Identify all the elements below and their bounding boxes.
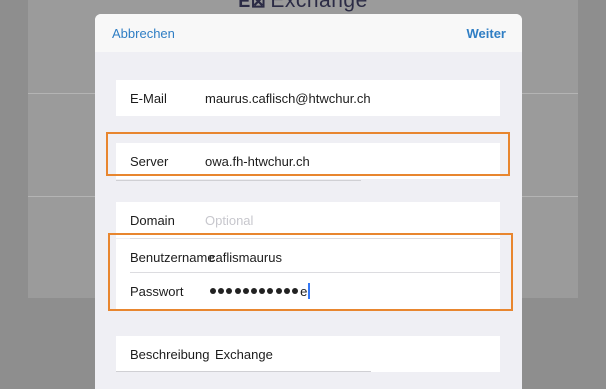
- password-last-char: e: [300, 283, 308, 299]
- email-cell[interactable]: E-Mail maurus.caflisch@htwchur.ch: [116, 80, 500, 116]
- password-underline: [116, 309, 371, 310]
- account-setup-modal: Abbrechen Weiter E-Mail maurus.caflisch@…: [95, 14, 522, 389]
- password-field[interactable]: e: [210, 283, 311, 299]
- password-mask-dot: [226, 288, 233, 294]
- cancel-button[interactable]: Abbrechen: [112, 26, 175, 41]
- description-underline: [116, 371, 371, 372]
- server-label: Server: [130, 153, 169, 169]
- text-cursor: [308, 283, 311, 299]
- email-field[interactable]: maurus.caflisch@htwchur.ch: [205, 91, 371, 106]
- server-cell[interactable]: Server owa.fh-htwchur.ch: [116, 143, 500, 179]
- exchange-logo-icon: E⊠: [238, 0, 267, 11]
- background-divider: [28, 196, 95, 197]
- username-field[interactable]: caflismaurus: [209, 250, 282, 265]
- description-label: Beschreibung: [130, 346, 210, 362]
- password-mask-dot: [291, 288, 298, 294]
- username-cell[interactable]: Benutzername caflismaurus: [116, 239, 500, 275]
- server-field[interactable]: owa.fh-htwchur.ch: [205, 154, 310, 169]
- email-label: E-Mail: [130, 90, 167, 106]
- password-mask-dot: [250, 288, 257, 294]
- server-underline: [116, 180, 361, 181]
- password-mask-dot: [210, 288, 216, 294]
- password-mask-dot: [275, 288, 282, 294]
- password-mask-dot: [218, 288, 225, 294]
- password-mask-dot: [242, 288, 249, 294]
- background-title-text: Exchange: [270, 0, 368, 12]
- domain-label: Domain: [130, 212, 175, 228]
- description-cell[interactable]: Beschreibung Exchange: [116, 336, 500, 372]
- background-title: E⊠ Exchange: [0, 0, 606, 13]
- domain-field[interactable]: Optional: [205, 213, 253, 228]
- password-label: Passwort: [130, 283, 184, 299]
- background-divider: [28, 93, 95, 94]
- next-button[interactable]: Weiter: [467, 26, 507, 41]
- background-divider: [522, 196, 578, 197]
- username-label: Benutzername: [130, 249, 215, 265]
- modal-navbar: Abbrechen Weiter: [95, 14, 522, 52]
- password-mask-dot: [234, 288, 241, 294]
- description-field[interactable]: Exchange: [215, 347, 273, 362]
- background-divider: [522, 93, 578, 94]
- password-mask-dot: [267, 288, 274, 294]
- password-mask-dot: [259, 288, 266, 294]
- password-cell[interactable]: Passwort e: [116, 273, 500, 309]
- password-mask-dot: [283, 288, 290, 294]
- domain-cell[interactable]: Domain Optional: [116, 202, 500, 238]
